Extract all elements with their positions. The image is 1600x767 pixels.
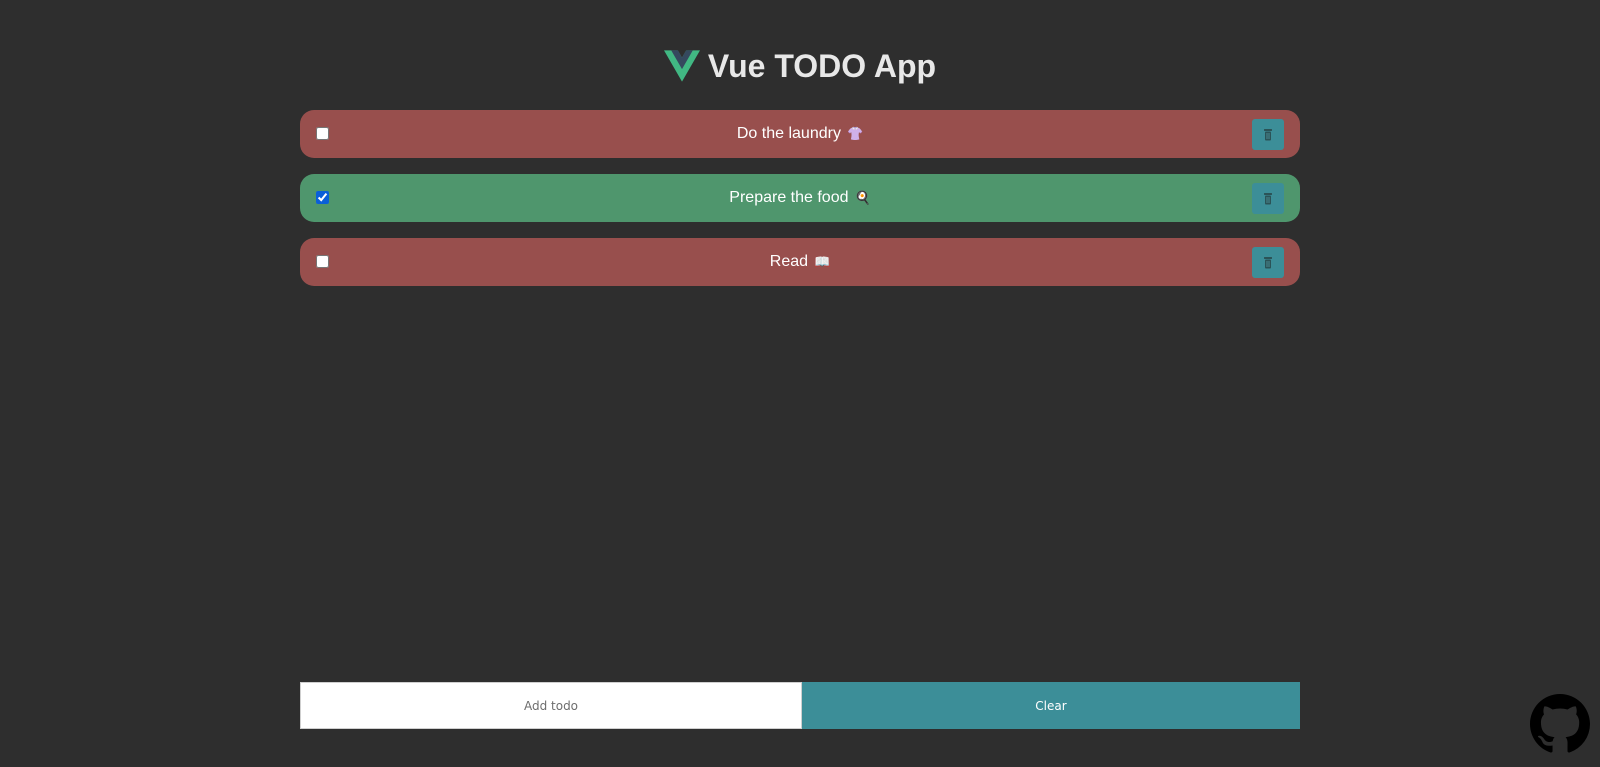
- todo-item: Do the laundry 👚: [300, 110, 1300, 158]
- todo-checkbox[interactable]: [316, 255, 329, 268]
- todo-text: Prepare the food 🍳: [729, 189, 870, 207]
- clear-button[interactable]: Clear: [802, 682, 1300, 729]
- todo-item: Read 📖: [300, 238, 1300, 286]
- add-todo-form: Clear: [300, 682, 1300, 729]
- todo-item: Prepare the food 🍳: [300, 174, 1300, 222]
- todo-checkbox[interactable]: [316, 127, 329, 140]
- shirt-icon: 👚: [846, 127, 864, 142]
- delete-button[interactable]: [1252, 247, 1284, 278]
- github-link[interactable]: [1530, 694, 1590, 754]
- trash-icon: [1264, 192, 1272, 204]
- trash-icon: [1264, 256, 1272, 268]
- book-icon: 📖: [814, 255, 831, 270]
- vue-logo-icon: [663, 50, 700, 82]
- todo-label: Do the laundry: [736, 125, 841, 142]
- page-title: Vue TODO App: [707, 48, 937, 84]
- todo-text: Read 📖: [770, 253, 830, 271]
- todo-checkbox[interactable]: [316, 191, 329, 204]
- todo-label: Prepare the food: [729, 189, 849, 206]
- github-icon: [1530, 694, 1590, 753]
- delete-button[interactable]: [1252, 183, 1284, 214]
- todo-list: Do the laundry 👚 Prepare the food 🍳 Read…: [300, 110, 1300, 302]
- todo-label: Read: [769, 253, 809, 270]
- frying-pan-icon: 🍳: [854, 191, 871, 206]
- trash-icon: [1264, 128, 1272, 140]
- add-todo-input[interactable]: [300, 682, 802, 729]
- todo-app: Vue TODO App Do the laundry 👚 Prepare the…: [0, 0, 1600, 767]
- todo-text: Do the laundry 👚: [737, 125, 863, 143]
- delete-button[interactable]: [1252, 119, 1284, 150]
- app-header: Vue TODO App: [0, 44, 1600, 88]
